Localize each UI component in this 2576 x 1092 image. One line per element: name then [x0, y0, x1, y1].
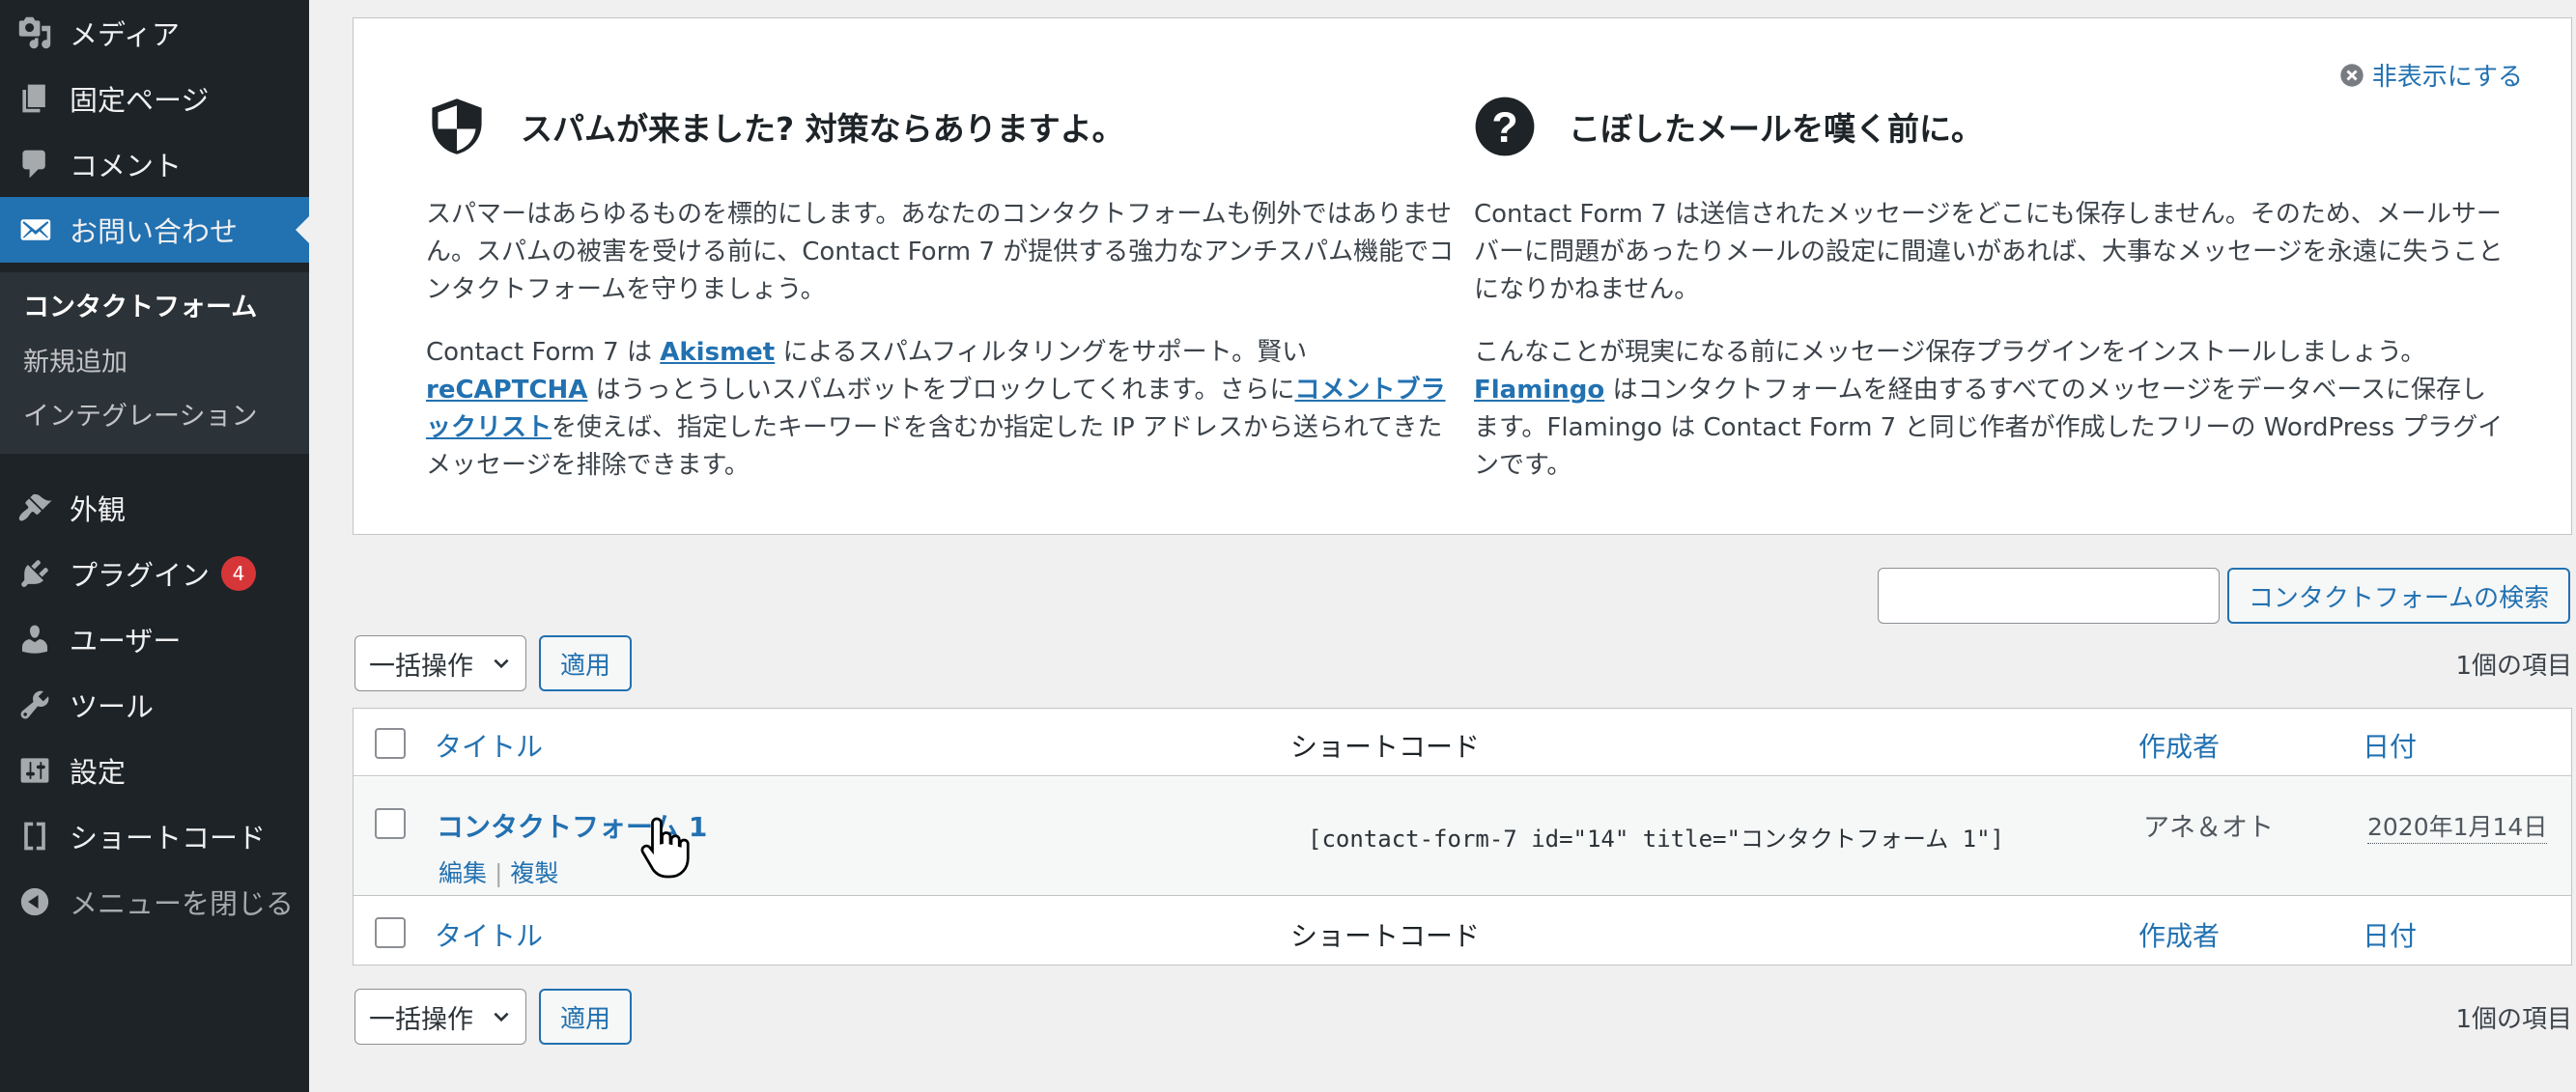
text-fragment: はうっとうしいスパムボットをブロックしてくれます。さらに [587, 376, 1295, 405]
form-date: 2020年1月14日 [2367, 808, 2548, 844]
appearance-icon [0, 490, 70, 525]
bulk-action-label: 一括操作 [369, 1004, 473, 1035]
text-fragment: を使えば、指定したキーワードを含むか指定した IP アドレスから送られてきたメッ… [426, 413, 1443, 480]
collapse-menu-button[interactable]: メニューを閉じる [0, 869, 309, 935]
spam-title: スパムが来ました? 対策ならありますよ。 [521, 110, 1124, 148]
mail-icon [0, 212, 70, 247]
help-icon: ? [1475, 97, 1535, 156]
sidebar-item-settings[interactable]: 設定 [0, 738, 309, 803]
table-footer: タイトル ショートコード 作成者 日付 [354, 895, 2571, 966]
plugins-icon [0, 556, 70, 591]
sidebar-item-comments[interactable]: コメント [0, 131, 309, 197]
sidebar-item-label: ツール [70, 690, 155, 723]
sidebar-item-label: メニューを閉じる [70, 887, 295, 920]
flamingo-heading: ? こぼしたメールを嘆く前に。 [1474, 96, 2507, 157]
bulk-action-label: 一括操作 [369, 651, 473, 682]
search-input[interactable] [1878, 568, 2220, 624]
action-separator: | [494, 859, 511, 887]
flamingo-link[interactable]: Flamingo [1474, 376, 1604, 405]
table-header: タイトル ショートコード 作成者 日付 [354, 709, 2571, 776]
sidebar-item-label: プラグイン [70, 559, 211, 592]
pages-icon [0, 81, 70, 116]
admin-sidebar: メディア 固定ページ コメント お問い合わせ コンタクトフォーム 新規追加 イン… [0, 0, 309, 1092]
contact-submenu: コンタクトフォーム 新規追加 インテグレーション [0, 272, 309, 454]
sidebar-item-plugins[interactable]: プラグイン 4 [0, 541, 309, 606]
sidebar-item-tools[interactable]: ツール [0, 672, 309, 738]
spam-paragraph-1: スパマーはあらゆるものを標的にします。あなたのコンタクトフォームも例外ではありま… [426, 200, 1455, 304]
submenu-contact-forms[interactable]: コンタクトフォーム [23, 286, 257, 323]
row-actions: 編集 | 複製 [439, 854, 558, 889]
chevron-down-icon [494, 1012, 509, 1022]
item-count-bottom: 1個の項目 [2455, 1005, 2572, 1034]
text-fragment: はコンタクトフォームを経由するすべてのメッセージをデータベースに保存します。Fl… [1474, 376, 2504, 480]
select-all-checkbox[interactable] [375, 728, 406, 759]
sidebar-item-label: メディア [70, 18, 180, 51]
flamingo-title: こぼしたメールを嘆く前に。 [1569, 110, 1983, 148]
recaptcha-link[interactable]: reCAPTCHA [426, 376, 587, 405]
shield-icon [432, 98, 482, 154]
comments-icon [0, 147, 70, 182]
submenu-integration[interactable]: インテグレーション [23, 395, 257, 433]
sidebar-item-shortcode[interactable]: ショートコード [0, 803, 309, 869]
column-title-footer[interactable]: タイトル [435, 915, 543, 954]
select-all-checkbox-bottom[interactable] [375, 917, 406, 948]
welcome-column-spam: スパムが来ました? 対策ならありますよ。 スパマーはあらゆるものを標的にします。… [426, 96, 1459, 485]
dismiss-link[interactable]: 非表示にする [2339, 57, 2523, 93]
form-author: アネ＆オト [2143, 813, 2274, 843]
text-fragment: によるスパムフィルタリングをサポート。賢い [775, 338, 1308, 367]
spam-heading: スパムが来ました? 対策ならありますよ。 [426, 96, 1459, 157]
collapse-icon [0, 884, 70, 919]
column-shortcode-footer: ショートコード [1290, 920, 1481, 952]
bulk-action-select-top[interactable]: 一括操作 [354, 635, 526, 691]
column-date[interactable]: 日付 [2363, 726, 2417, 765]
chevron-down-icon [494, 658, 509, 669]
sidebar-item-label: ユーザー [70, 625, 182, 658]
media-icon [0, 15, 70, 50]
edit-link[interactable]: 編集 [439, 859, 487, 887]
form-shortcode: [contact-form-7 id="14" title="コンタクトフォーム… [1308, 826, 2005, 853]
column-date-footer[interactable]: 日付 [2363, 915, 2417, 954]
apply-button-bottom[interactable]: 適用 [539, 989, 632, 1045]
akismet-link[interactable]: Akismet [660, 338, 775, 367]
sidebar-item-media[interactable]: メディア [0, 0, 309, 66]
sidebar-item-label: 外観 [70, 493, 127, 526]
sidebar-item-label: 設定 [70, 756, 127, 789]
column-shortcode: ショートコード [1290, 731, 1481, 763]
sidebar-item-users[interactable]: ユーザー [0, 606, 309, 672]
shortcode-icon [0, 819, 70, 854]
flamingo-paragraph-1: Contact Form 7 は送信されたメッセージをどこにも保存しません。その… [1474, 200, 2504, 304]
sidebar-item-contact[interactable]: お問い合わせ [0, 197, 309, 263]
submenu-add-new[interactable]: 新規追加 [23, 341, 127, 378]
hand-pointer-icon [640, 817, 690, 879]
text-fragment: こんなことが現実になる前にメッセージ保存プラグインをインストールしましょう。 [1474, 338, 2426, 367]
search-forms-button[interactable]: コンタクトフォームの検索 [2227, 568, 2570, 624]
sidebar-item-label: 固定ページ [70, 84, 210, 117]
item-count-top: 1個の項目 [2455, 652, 2572, 681]
sidebar-item-pages[interactable]: 固定ページ [0, 66, 309, 131]
welcome-column-flamingo: ? こぼしたメールを嘆く前に。 Contact Form 7 は送信されたメッセ… [1474, 96, 2507, 485]
settings-icon [0, 753, 70, 788]
column-title[interactable]: タイトル [435, 726, 543, 765]
sidebar-item-label: お問い合わせ [70, 215, 239, 248]
dismiss-label: 非表示にする [2371, 63, 2523, 92]
sidebar-item-label: コメント [70, 150, 183, 182]
flamingo-paragraph-2: こんなことが現実になる前にメッセージ保存プラグインをインストールしましょう。 Fl… [1474, 334, 2507, 485]
tools-icon [0, 687, 70, 722]
bulk-action-select-bottom[interactable]: 一括操作 [354, 989, 526, 1045]
column-author-footer[interactable]: 作成者 [2138, 915, 2220, 954]
plugin-update-badge: 4 [221, 556, 257, 591]
spam-paragraph-2: Contact Form 7 は Akismet によるスパムフィルタリングをサ… [426, 334, 1459, 485]
text-fragment: Contact Form 7 は [426, 338, 661, 367]
sidebar-item-appearance[interactable]: 外観 [0, 475, 309, 541]
svg-text:?: ? [1491, 103, 1517, 152]
column-author[interactable]: 作成者 [2138, 726, 2220, 765]
duplicate-link[interactable]: 複製 [510, 859, 558, 887]
apply-button-top[interactable]: 適用 [539, 635, 632, 691]
sidebar-item-label: ショートコード [70, 822, 267, 854]
row-checkbox[interactable] [375, 808, 406, 839]
close-circle-icon [2340, 63, 2364, 87]
users-icon [0, 622, 70, 657]
welcome-panel: 非表示にする スパムが来ました? 対策ならありますよ。 スパマーはあらゆるものを… [353, 17, 2572, 535]
